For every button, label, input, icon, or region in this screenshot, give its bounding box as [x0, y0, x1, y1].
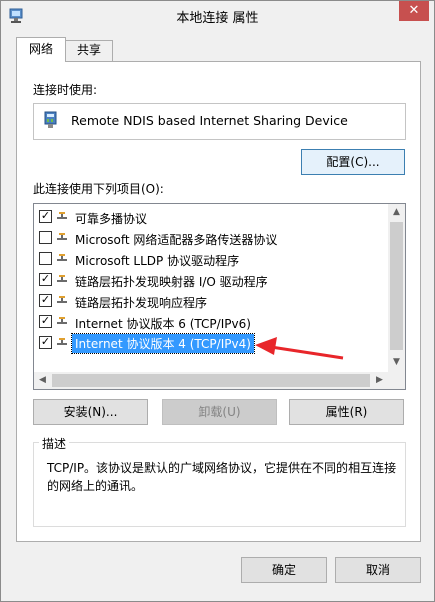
- close-icon: ✕: [408, 3, 420, 18]
- protocol-icon: [57, 233, 67, 240]
- protocol-icon: [57, 212, 67, 219]
- list-item[interactable]: Microsoft 网络适配器多路传送器协议: [34, 228, 387, 248]
- scroll-left-icon[interactable]: ◀: [34, 372, 51, 389]
- protocol-icon: [57, 296, 67, 303]
- items-label: 此连接使用下列项目(O):: [33, 182, 164, 196]
- window-title: 本地连接 属性: [176, 11, 259, 26]
- description-group: 描述 TCP/IP。该协议是默认的广域网络协议，它提供在不同的相互连接的网络上的…: [33, 435, 406, 527]
- item-label: Internet 协议版本 6 (TCP/IPv6): [75, 317, 251, 331]
- item-checkbox[interactable]: ✓: [39, 294, 52, 307]
- list-item[interactable]: ✓ Internet 协议版本 6 (TCP/IPv6): [34, 312, 387, 332]
- title-bar: 本地连接 属性 ✕: [1, 1, 434, 31]
- network-tab-panel: 连接时使用: Remote NDIS based Internet Sharin…: [16, 61, 421, 542]
- close-button[interactable]: ✕: [399, 1, 429, 21]
- properties-button[interactable]: 属性(R): [289, 399, 404, 425]
- device-name: Remote NDIS based Internet Sharing Devic…: [71, 113, 348, 128]
- cancel-button[interactable]: 取消: [335, 557, 421, 583]
- configure-button[interactable]: 配置(C)...: [301, 149, 405, 175]
- uninstall-button[interactable]: 卸载(U): [162, 399, 277, 425]
- list-item[interactable]: ✓ 链路层拓扑发现响应程序: [34, 291, 387, 311]
- item-label: 链路层拓扑发现响应程序: [75, 296, 208, 310]
- horizontal-scroll-thumb[interactable]: [52, 374, 370, 387]
- item-label: Internet 协议版本 4 (TCP/IPv4): [71, 333, 255, 354]
- horizontal-scrollbar[interactable]: ◀ ▶: [34, 372, 405, 389]
- annotation-arrow-icon: [255, 337, 344, 360]
- list-item[interactable]: ✓ 可靠多播协议: [34, 207, 387, 227]
- item-label: 可靠多播协议: [75, 212, 148, 226]
- scroll-right-icon[interactable]: ▶: [371, 372, 388, 389]
- list-item[interactable]: Microsoft LLDP 协议驱动程序: [34, 249, 387, 269]
- item-checkbox[interactable]: ✓: [39, 273, 52, 286]
- protocol-icon: [57, 317, 67, 324]
- list-item[interactable]: ✓ 链路层拓扑发现映射器 I/O 驱动程序: [34, 270, 387, 290]
- protocol-icon: [57, 275, 67, 282]
- item-checkbox[interactable]: [39, 252, 52, 265]
- tab-network[interactable]: 网络: [16, 37, 66, 62]
- item-label: Microsoft 网络适配器多路传送器协议: [75, 233, 278, 247]
- scroll-up-icon[interactable]: ▲: [388, 204, 405, 221]
- description-text: TCP/IP。该协议是默认的广域网络协议，它提供在不同的相互连接的网络上的通讯。: [47, 461, 397, 493]
- item-checkbox[interactable]: ✓: [39, 336, 52, 349]
- vertical-scrollbar[interactable]: ▲ ▼: [388, 204, 405, 372]
- protocol-icon: [57, 254, 67, 261]
- item-checkbox[interactable]: ✓: [39, 210, 52, 223]
- description-legend: 描述: [39, 435, 70, 452]
- network-adapter-icon: [44, 111, 57, 128]
- vertical-scroll-thumb[interactable]: [390, 222, 403, 350]
- protocol-icon: [57, 338, 67, 345]
- items-list: ✓ 可靠多播协议 Microsoft 网络适配器多路传送器协议 Microsof…: [33, 203, 406, 390]
- scroll-down-icon[interactable]: ▼: [388, 354, 405, 371]
- device-box: Remote NDIS based Internet Sharing Devic…: [33, 103, 406, 140]
- tab-sharing[interactable]: 共享: [65, 40, 113, 62]
- item-checkbox[interactable]: ✓: [39, 315, 52, 328]
- item-label: Microsoft LLDP 协议驱动程序: [75, 254, 240, 268]
- item-checkbox[interactable]: [39, 231, 52, 244]
- item-label: 链路层拓扑发现映射器 I/O 驱动程序: [75, 275, 268, 289]
- connect-using-label: 连接时使用:: [33, 83, 98, 97]
- tab-network-label: 网络: [28, 42, 53, 56]
- ok-button[interactable]: 确定: [241, 557, 327, 583]
- properties-dialog: 本地连接 属性 ✕ 网络 共享 连接时使用: Remote NDIS based…: [0, 0, 435, 602]
- tab-sharing-label: 共享: [76, 43, 101, 57]
- install-button[interactable]: 安装(N)...: [33, 399, 148, 425]
